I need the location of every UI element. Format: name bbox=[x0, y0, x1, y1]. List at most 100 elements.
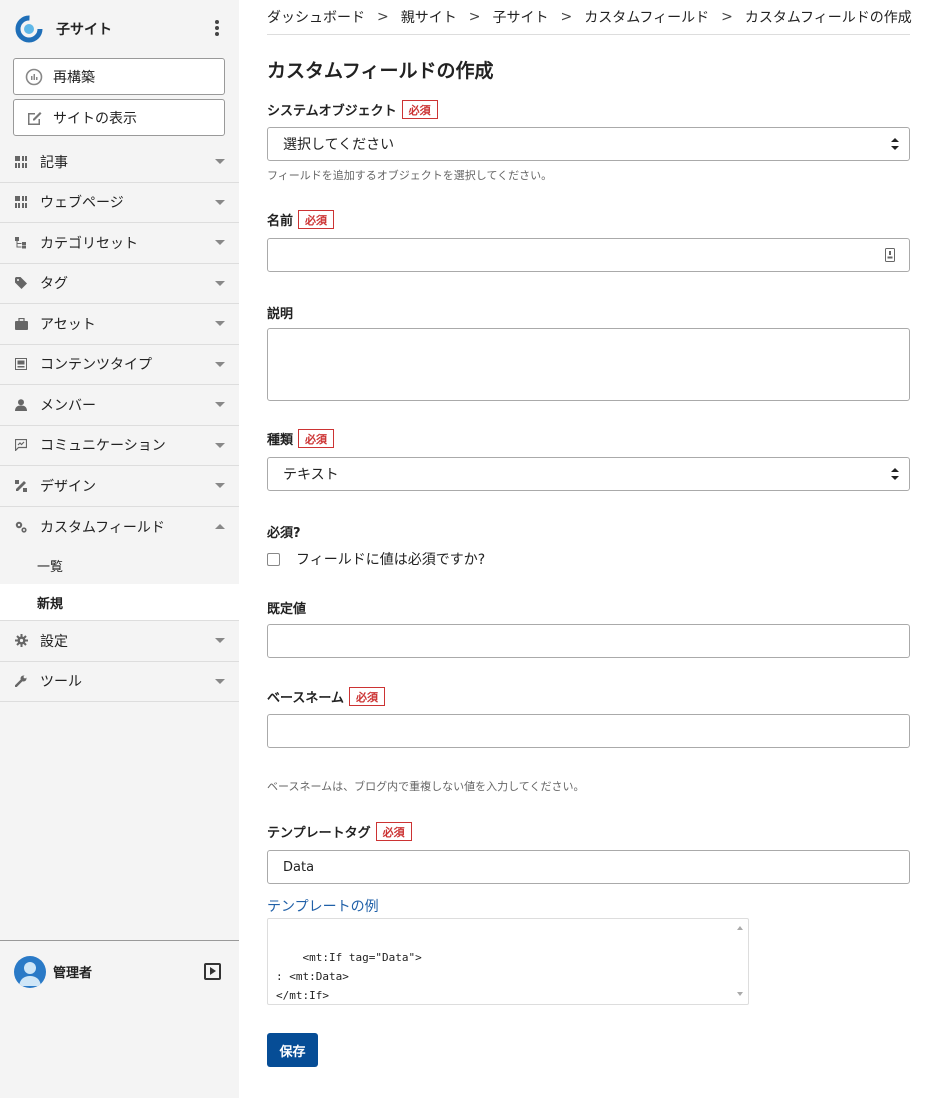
default-field-label: 既定値 bbox=[267, 598, 306, 617]
description-textarea[interactable] bbox=[267, 328, 910, 401]
sidebar-item-label: デザイン bbox=[40, 478, 96, 495]
sidebar-item-label: カテゴリセット bbox=[40, 235, 138, 252]
sidebar-item-label: 記事 bbox=[40, 154, 68, 171]
sidebar: 子サイト 再構築 サイトの表示 記事 ウェブページ カテゴリセット タグ アセッ… bbox=[0, 0, 239, 1098]
object-select[interactable]: 選択してください bbox=[267, 127, 910, 161]
sidebar-item-pages[interactable]: ウェブページ bbox=[0, 183, 239, 223]
comment-icon bbox=[14, 438, 28, 452]
sidebar-item-members[interactable]: メンバー bbox=[0, 385, 239, 426]
required-badge: 必須 bbox=[375, 822, 412, 841]
name-input[interactable] bbox=[267, 238, 910, 272]
object-field-label: システムオブジェクト 必須 bbox=[267, 100, 438, 119]
sidebar-item-content-types[interactable]: コンテンツタイプ bbox=[0, 345, 239, 385]
required-checkbox-label[interactable]: フィールドに値は必須ですか? bbox=[296, 549, 485, 569]
breadcrumb-item-current: カスタムフィールドの作成 bbox=[744, 10, 912, 26]
type-select[interactable]: テキスト bbox=[267, 457, 910, 491]
basename-hint: ベースネームは、ブログ内で重複しない値を入力してください。 bbox=[267, 780, 585, 793]
select-arrows-icon bbox=[891, 138, 899, 150]
breadcrumb-item-child-site[interactable]: 子サイト bbox=[492, 7, 548, 27]
sidebar-item-entries[interactable]: 記事 bbox=[0, 142, 239, 183]
breadcrumb-separator: > bbox=[721, 9, 733, 25]
breadcrumb-item-custom-fields[interactable]: カスタムフィールド bbox=[584, 7, 709, 27]
object-label-text: システムオブジェクト bbox=[267, 104, 397, 119]
sidebar-item-tools[interactable]: ツール bbox=[0, 662, 239, 702]
avatar[interactable] bbox=[14, 955, 46, 988]
chevron-down-icon bbox=[215, 361, 225, 367]
sidebar-item-design[interactable]: デザイン bbox=[0, 466, 239, 507]
type-select-value: テキスト bbox=[283, 467, 339, 483]
sidebar-subitem-list[interactable]: 一覧 bbox=[0, 547, 239, 584]
view-site-label: サイトの表示 bbox=[53, 110, 137, 127]
required-label-text: 必須? bbox=[267, 526, 301, 541]
logout-icon[interactable] bbox=[204, 963, 221, 980]
chevron-down-icon bbox=[215, 280, 225, 286]
sidebar-item-assets[interactable]: アセット bbox=[0, 304, 239, 345]
type-label-text: 種類 bbox=[267, 433, 294, 448]
template-example-link[interactable]: テンプレートの例 bbox=[267, 896, 379, 916]
sidebar-subitem-new[interactable]: 新規 bbox=[0, 584, 239, 621]
category-set-icon bbox=[14, 236, 28, 250]
wrench-icon bbox=[14, 674, 28, 688]
basename-field-label: ベースネーム 必須 bbox=[267, 687, 385, 706]
required-field-label: 必須? bbox=[267, 522, 301, 541]
more-menu-icon[interactable] bbox=[215, 20, 219, 36]
sidebar-item-label: 設定 bbox=[40, 633, 68, 650]
rebuild-label: 再構築 bbox=[53, 69, 95, 86]
template-example-code[interactable]: <mt:If tag="Data"> : <mt:Data> </mt:If> bbox=[267, 918, 749, 1005]
required-checkbox[interactable] bbox=[267, 552, 280, 566]
basename-label-text: ベースネーム bbox=[267, 691, 344, 706]
save-button[interactable]: 保存 bbox=[267, 1033, 318, 1067]
edit-icon bbox=[24, 108, 44, 128]
chevron-down-icon bbox=[215, 483, 225, 488]
site-name: 子サイト bbox=[56, 22, 112, 38]
template-tag-value: Data bbox=[283, 859, 315, 875]
chevron-up-icon bbox=[215, 523, 225, 529]
sidebar-subitem-label: 新規 bbox=[37, 596, 64, 612]
name-field-label: 名前 必須 bbox=[267, 210, 335, 229]
breadcrumb-item-dashboard[interactable]: ダッシュボード bbox=[267, 7, 365, 27]
breadcrumb-item-parent-site[interactable]: 親サイト bbox=[401, 7, 457, 27]
sidebar-item-label: カスタムフィールド bbox=[40, 519, 165, 536]
view-site-button[interactable]: サイトの表示 bbox=[13, 99, 225, 136]
object-select-value: 選択してください bbox=[283, 137, 395, 153]
content-type-icon bbox=[14, 357, 28, 371]
sidebar-item-communication[interactable]: コミュニケーション bbox=[0, 426, 239, 466]
sidebar-item-category-sets[interactable]: カテゴリセット bbox=[0, 223, 239, 264]
password-manager-icon[interactable] bbox=[885, 248, 895, 262]
description-label-text: 説明 bbox=[267, 307, 294, 322]
chevron-down-icon bbox=[215, 240, 225, 245]
template-tag-input[interactable]: Data bbox=[267, 850, 910, 884]
member-icon bbox=[14, 398, 28, 412]
required-badge: 必須 bbox=[298, 210, 335, 229]
name-label-text: 名前 bbox=[267, 214, 294, 229]
sidebar-item-tags[interactable]: タグ bbox=[0, 264, 239, 304]
sidebar-item-label: コンテンツタイプ bbox=[40, 357, 152, 374]
sidebar-menu: 記事 ウェブページ カテゴリセット タグ アセット コンテンツタイプ メンバー … bbox=[0, 142, 239, 702]
required-checkbox-row: フィールドに値は必須ですか? bbox=[267, 549, 485, 569]
breadcrumb-separator: > bbox=[377, 9, 389, 25]
chevron-down-icon bbox=[215, 678, 225, 684]
code-scrollbar[interactable] bbox=[734, 921, 746, 1001]
required-badge: 必須 bbox=[298, 429, 335, 448]
asset-icon bbox=[14, 317, 28, 331]
user-name: 管理者 bbox=[53, 966, 93, 981]
sidebar-item-label: ツール bbox=[40, 674, 82, 691]
sidebar-item-settings[interactable]: 設定 bbox=[0, 621, 239, 662]
tag-field-label: テンプレートタグ 必須 bbox=[267, 822, 412, 841]
page-title: カスタムフィールドの作成 bbox=[267, 60, 494, 82]
basename-input[interactable] bbox=[267, 714, 910, 748]
sidebar-item-custom-fields[interactable]: カスタムフィールド bbox=[0, 507, 239, 548]
rebuild-button[interactable]: 再構築 bbox=[13, 58, 225, 95]
default-value-input[interactable] bbox=[267, 624, 910, 658]
default-label-text: 既定値 bbox=[267, 602, 307, 617]
breadcrumb-separator: > bbox=[560, 9, 573, 25]
chevron-down-icon bbox=[215, 402, 225, 407]
chevron-down-icon bbox=[215, 199, 225, 205]
site-logo-icon bbox=[15, 15, 43, 43]
object-hint: フィールドを追加するオブジェクトを選択してください。 bbox=[267, 169, 553, 182]
sidebar-item-label: コミュニケーション bbox=[40, 438, 166, 455]
sidebar-item-label: アセット bbox=[40, 316, 96, 333]
entries-icon bbox=[14, 155, 28, 169]
custom-field-icon bbox=[14, 520, 28, 534]
breadcrumb-separator: > bbox=[468, 9, 481, 25]
